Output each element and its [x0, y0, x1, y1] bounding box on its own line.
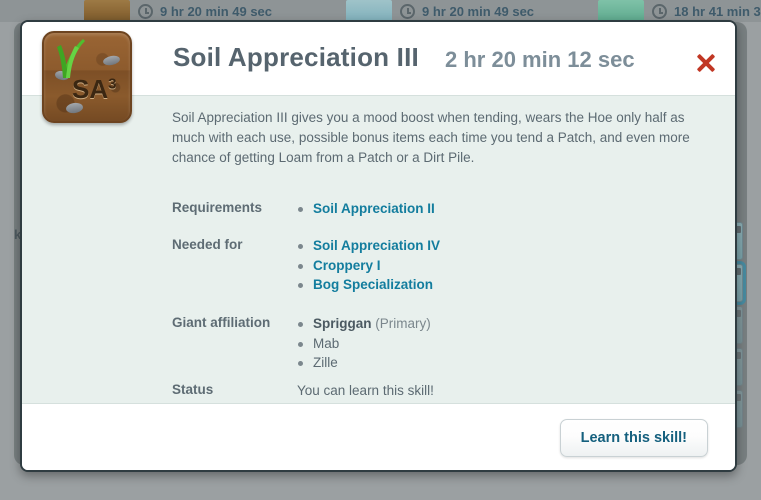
top-timer-bar: 9 hr 20 min 49 sec 9 hr 20 min 49 sec 18…: [0, 0, 761, 22]
giant-name: Zille: [313, 355, 338, 370]
skill-learn-time: 2 hr 20 min 12 sec: [445, 47, 635, 72]
pebble-icon: [102, 54, 121, 67]
dialog-footer: Learn this skill!: [22, 404, 735, 470]
skill-link[interactable]: Soil Appreciation IV: [313, 238, 440, 253]
dialog-header: SA3 Soil Appreciation III 2 hr 20 min 12…: [22, 22, 735, 123]
learn-this-skill-button[interactable]: Learn this skill!: [559, 419, 708, 457]
list-item: Soil Appreciation II: [297, 199, 717, 219]
timer-text: 9 hr 20 min 49 sec: [422, 3, 535, 19]
timer-text: 9 hr 20 min 49 sec: [160, 3, 273, 19]
giant-primary-name: Spriggan: [313, 316, 372, 331]
timer-item[interactable]: 9 hr 20 min 49 sec: [84, 0, 272, 22]
soil-appreciation-icon: SA3: [42, 31, 132, 123]
list-item: Bog Specialization: [297, 275, 717, 295]
clock-icon: [400, 3, 416, 19]
list-item: Zille: [297, 353, 717, 373]
clock-icon: [652, 3, 668, 19]
list-item: Croppery I: [297, 256, 717, 276]
clock-icon: [138, 3, 153, 19]
skill-detail-dialog: SA3 Soil Appreciation III 2 hr 20 min 12…: [20, 20, 737, 472]
status-row: Status You can learn this skill!: [172, 381, 717, 401]
requirements-list: Soil Appreciation II: [297, 199, 717, 219]
needed-for-row: Needed for Soil Appreciation IV Croppery…: [172, 236, 717, 295]
dialog-body: Soil Appreciation III gives you a mood b…: [22, 95, 735, 404]
requirements-label: Requirements: [172, 200, 263, 215]
status-label: Status: [172, 382, 214, 397]
list-item: Mab: [297, 334, 717, 354]
slime-thumbnail-icon: [346, 0, 393, 22]
leaf-thumbnail-icon: [598, 0, 645, 22]
crate-thumbnail-icon: [84, 0, 130, 22]
status-value: You can learn this skill!: [297, 383, 434, 398]
skill-link[interactable]: Croppery I: [313, 258, 381, 273]
list-item: Spriggan (Primary): [297, 314, 717, 334]
giant-primary-note: (Primary): [375, 316, 431, 331]
close-icon[interactable]: [693, 50, 719, 76]
giant-affiliation-label: Giant affiliation: [172, 315, 271, 330]
status-value-wrap: You can learn this skill!: [297, 381, 717, 401]
list-item: Soil Appreciation IV: [297, 236, 717, 256]
giant-name: Mab: [313, 335, 340, 351]
skill-description: Soil Appreciation III gives you a mood b…: [172, 110, 690, 165]
timer-text: 18 hr 41 min 39 sec: [674, 3, 761, 19]
giant-affiliation-list: Spriggan (Primary) Mab Zille: [297, 314, 717, 373]
skill-link[interactable]: Soil Appreciation II: [313, 201, 435, 216]
skill-link[interactable]: Bog Specialization: [313, 277, 433, 292]
dialog-title: Soil Appreciation III: [173, 42, 419, 72]
giant-affiliation-row: Giant affiliation Spriggan (Primary) Mab…: [172, 314, 717, 373]
page-root: 9 hr 20 min 49 sec 9 hr 20 min 49 sec 18…: [0, 0, 761, 500]
timer-item[interactable]: 9 hr 20 min 49 sec: [346, 0, 534, 22]
skill-icon-abbreviation: SA3: [72, 74, 117, 104]
needed-for-label: Needed for: [172, 237, 243, 252]
needed-for-list: Soil Appreciation IV Croppery I Bog Spec…: [297, 236, 717, 295]
requirements-row: Requirements Soil Appreciation II: [172, 199, 717, 219]
timer-item[interactable]: 18 hr 41 min 39 sec: [598, 0, 761, 22]
